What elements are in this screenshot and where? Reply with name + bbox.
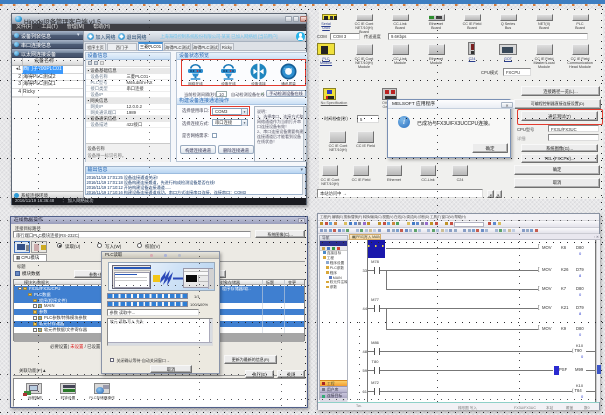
svg-text:100%: 100% — [284, 67, 292, 71]
